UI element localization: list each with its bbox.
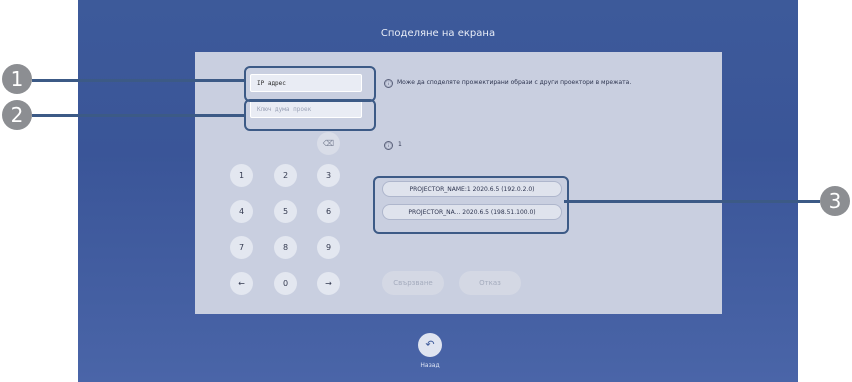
keypad-key-4[interactable]: 4 (230, 200, 253, 223)
keypad-left-arrow[interactable]: ← (230, 272, 253, 295)
callout-frame-3 (373, 176, 569, 234)
callout-line-2 (32, 114, 245, 117)
page-title: Споделяне на екрана (380, 28, 496, 39)
results-count: 1 (398, 141, 402, 148)
keypad-key-1[interactable]: 1 (230, 164, 253, 187)
info-icon: ⓘ (384, 79, 393, 88)
back-icon[interactable]: ↶ (418, 333, 442, 357)
callout-frame-1 (244, 66, 376, 102)
keypad-right-arrow[interactable]: → (317, 272, 340, 295)
info-text: Може да споделяте прожектирани образи с … (397, 79, 632, 86)
backspace-key[interactable]: ⌫ (317, 132, 340, 155)
keypad-key-9[interactable]: 9 (317, 236, 340, 259)
back-label: Назад (420, 362, 440, 369)
callout-frame-2 (244, 99, 376, 131)
keypad-key-0[interactable]: 0 (274, 272, 297, 295)
callout-number-1: 1 (2, 64, 32, 94)
keypad-key-3[interactable]: 3 (317, 164, 340, 187)
callout-number-3: 3 (820, 186, 850, 216)
keypad-key-6[interactable]: 6 (317, 200, 340, 223)
keypad-key-5[interactable]: 5 (274, 200, 297, 223)
results-info-icon: ⓘ (384, 141, 393, 150)
connect-button[interactable]: Свързване (382, 271, 444, 295)
callout-line-3 (564, 200, 820, 203)
keypad-key-8[interactable]: 8 (274, 236, 297, 259)
keypad-key-7[interactable]: 7 (230, 236, 253, 259)
callout-number-2: 2 (2, 100, 32, 130)
keypad-key-2[interactable]: 2 (274, 164, 297, 187)
callout-line-1 (32, 79, 245, 82)
cancel-button[interactable]: Отказ (459, 271, 521, 295)
